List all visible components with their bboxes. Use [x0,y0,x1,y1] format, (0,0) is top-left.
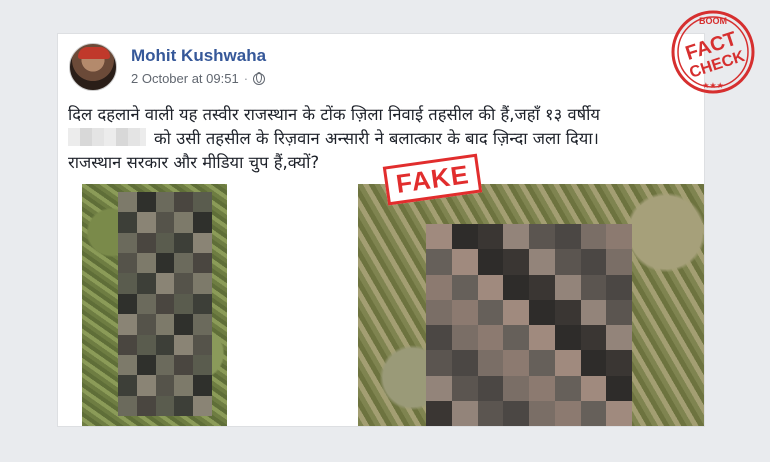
avatar[interactable] [69,43,117,91]
post-text: दिल दहलाने वाली यह तस्वीर राजस्थान के टो… [68,103,696,175]
post-text-line-1: दिल दहलाने वाली यह तस्वीर राजस्थान के टो… [68,105,600,124]
post-text-line-2: को उसी तहसील के रिज़वान अन्सारी ने बलात्… [68,127,696,151]
redacted-name [68,128,146,146]
post-text-line-3: राजस्थान सरकार और मीडिया चुप हैं,क्यों? [68,153,320,172]
meta-separator: · [243,71,249,86]
post-photo-right[interactable] [358,184,704,426]
post-photo-left[interactable] [82,184,227,426]
post-meta: 2 October at 09:51 · [131,71,266,86]
blurred-region [426,224,632,426]
author-name[interactable]: Mohit Kushwaha [131,46,266,66]
globe-icon[interactable] [253,72,266,85]
blurred-region [118,192,212,416]
post-text-line-2-text: को उसी तहसील के रिज़वान अन्सारी ने बलात्… [154,129,599,148]
svg-text:★★★: ★★★ [702,81,724,90]
facebook-post-card: Mohit Kushwaha 2 October at 09:51 · दिल … [57,33,705,427]
fact-check-logo: BOOM FACT CHECK ★★★ [671,10,755,94]
logo-brand: BOOM [699,16,727,26]
post-timestamp[interactable]: 2 October at 09:51 [131,71,239,86]
